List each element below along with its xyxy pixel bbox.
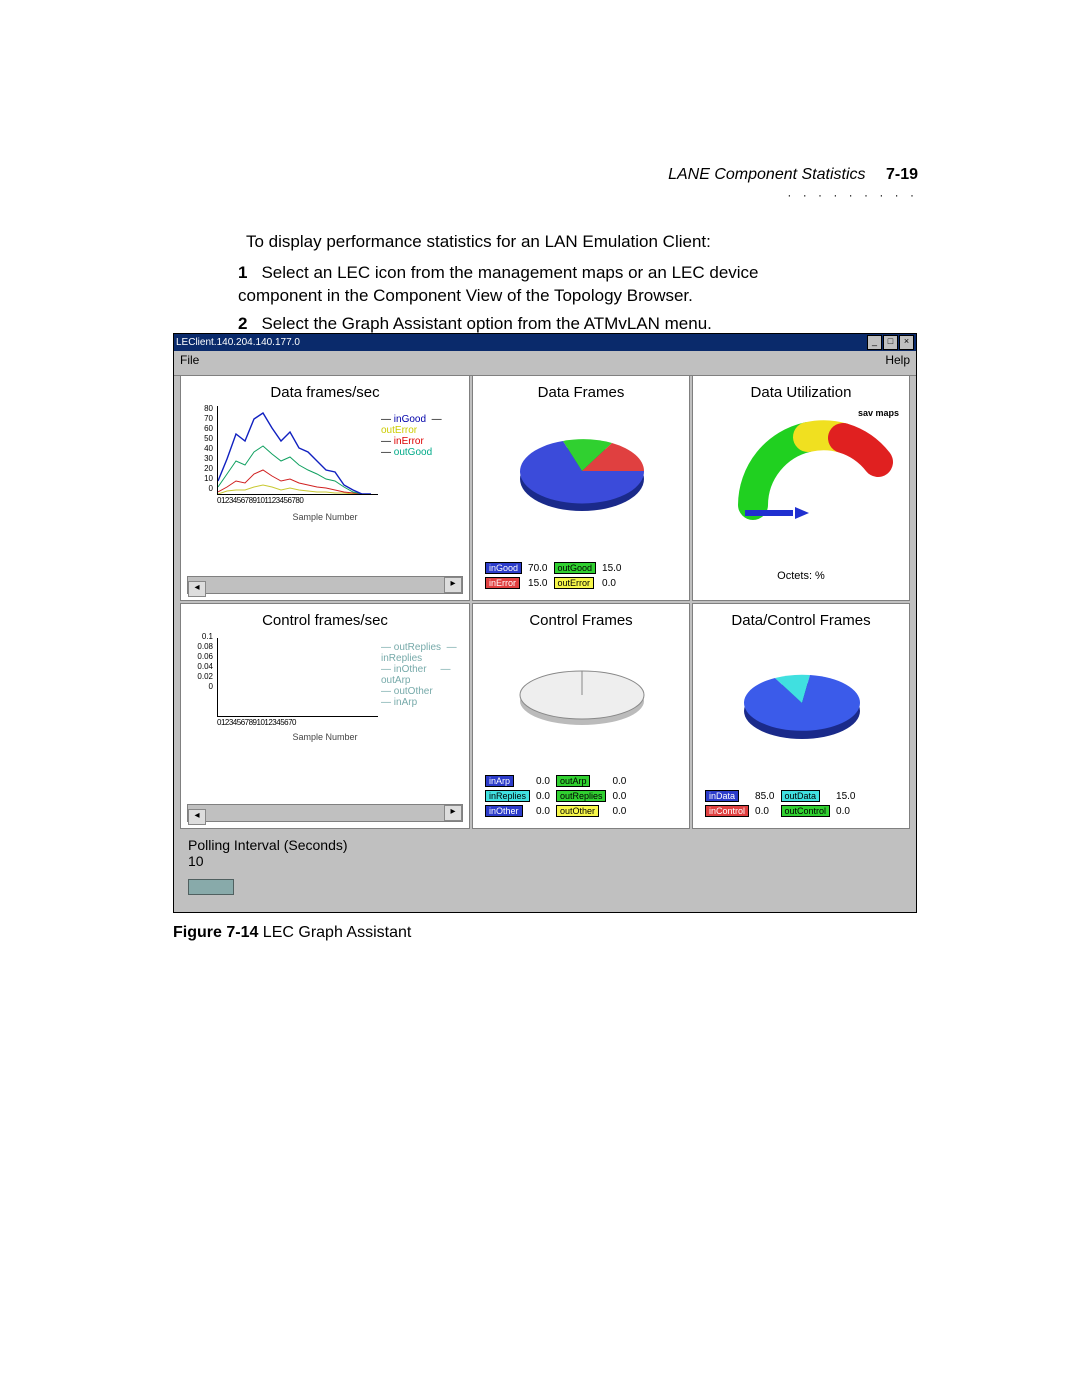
scroll-right-icon[interactable]: ▸: [444, 577, 462, 593]
section-title: LANE Component Statistics: [668, 166, 865, 183]
scrollbar-2[interactable]: ◂▸: [187, 804, 463, 822]
title-bar[interactable]: LEClient.140.204.140.177.0 _ □ ×: [174, 334, 916, 351]
page-header: LANE Component Statistics 7-19: [668, 166, 918, 184]
scroll-left-icon[interactable]: ◂: [188, 581, 206, 597]
figure-caption: Figure 7-14 LEC Graph Assistant: [173, 924, 411, 942]
window-client: File Help Data frames/sec 80706050403020…: [174, 351, 916, 912]
page-number: 7-19: [886, 166, 918, 183]
panel-control-frames-sec: Control frames/sec 0.10.080.060.040.020 …: [180, 603, 470, 829]
x-ticks: 0123456789101123456780: [217, 496, 303, 505]
panel-control-frames: Control Frames inArp0.0 outArp0.0 inRepl…: [472, 603, 690, 829]
legend-data-frames: inGood70.0 outGood15.0 inError15.0 outEr…: [481, 560, 626, 592]
close-button[interactable]: ×: [899, 335, 914, 350]
line-legend-2: — outReplies — inReplies — inOther — out…: [381, 642, 469, 708]
scroll-right-icon[interactable]: ▸: [444, 805, 462, 821]
step-2: 2 Select the Graph Assistant option from …: [238, 314, 712, 334]
gauge-icon: [693, 405, 910, 555]
panel-data-utilization: Data Utilization sav maps Octets: %: [692, 375, 910, 601]
step-2-text: Select the Graph Assistant option from t…: [261, 314, 711, 333]
line-legend-1: — inGood — outError — inError — outGood: [381, 414, 469, 458]
x-ticks: 01234567891012345670: [217, 718, 296, 727]
line-chart-1: [217, 406, 378, 495]
polling-value: 10: [188, 853, 348, 869]
scrollbar-1[interactable]: ◂▸: [187, 576, 463, 594]
panel-title: Data Frames: [473, 376, 689, 405]
y-ticks: 80706050403020100: [195, 404, 213, 494]
polling-slider[interactable]: [188, 879, 234, 895]
document-page: LANE Component Statistics 7-19 · · · · ·…: [0, 0, 1080, 1397]
chart-grid: Data frames/sec 80706050403020100 012345…: [180, 375, 910, 829]
panel-title: Data frames/sec: [181, 376, 469, 405]
menu-file[interactable]: File: [180, 353, 199, 373]
gauge-units: Octets: %: [693, 570, 909, 582]
caption-fig: Figure 7-14: [173, 924, 258, 941]
pie-control-frames-icon: [473, 633, 690, 743]
panel-data-frames: Data Frames inGood70.0 outGood15.0 inErr…: [472, 375, 690, 601]
step-1-num: 1: [238, 263, 247, 282]
panel-title: Control Frames: [473, 604, 689, 633]
intro-text: To display performance statistics for an…: [246, 232, 711, 252]
gauge-top-label: sav maps: [858, 408, 899, 418]
window-buttons: _ □ ×: [867, 335, 914, 350]
panel-title: Data Utilization: [693, 376, 909, 405]
pie-data-frames-icon: [473, 405, 690, 525]
panel-data-control-frames: Data/Control Frames inData85.0 outData15…: [692, 603, 910, 829]
step-1-text: Select an LEC icon from the management m…: [238, 263, 759, 305]
x-label: Sample Number: [181, 512, 469, 522]
menu-bar: File Help: [174, 351, 916, 376]
header-dots: · · · · · · · · ·: [787, 188, 918, 202]
maximize-button[interactable]: □: [883, 335, 898, 350]
menu-help[interactable]: Help: [885, 353, 910, 373]
window-title: LEClient.140.204.140.177.0: [176, 337, 300, 348]
y-ticks: 0.10.080.060.040.020: [195, 632, 213, 692]
step-1: 1Select an LEC icon from the management …: [238, 262, 838, 308]
pie-data-control-icon: [693, 633, 910, 753]
polling-interval: Polling Interval (Seconds) 10: [188, 837, 348, 869]
legend-data-control: inData85.0 outData15.0 inControl0.0 outC…: [701, 788, 860, 820]
x-label: Sample Number: [181, 732, 469, 742]
minimize-button[interactable]: _: [867, 335, 882, 350]
caption-text: LEC Graph Assistant: [258, 924, 411, 941]
app-window: LEClient.140.204.140.177.0 _ □ × File He…: [173, 333, 917, 913]
polling-label: Polling Interval (Seconds): [188, 837, 348, 853]
line-chart-2: [217, 638, 378, 717]
scroll-left-icon[interactable]: ◂: [188, 809, 206, 825]
panel-title: Control frames/sec: [181, 604, 469, 633]
step-2-num: 2: [238, 314, 247, 333]
panel-data-frames-sec: Data frames/sec 80706050403020100 012345…: [180, 375, 470, 601]
legend-control-frames: inArp0.0 outArp0.0 inReplies0.0 outRepli…: [481, 773, 630, 820]
panel-title: Data/Control Frames: [693, 604, 909, 633]
